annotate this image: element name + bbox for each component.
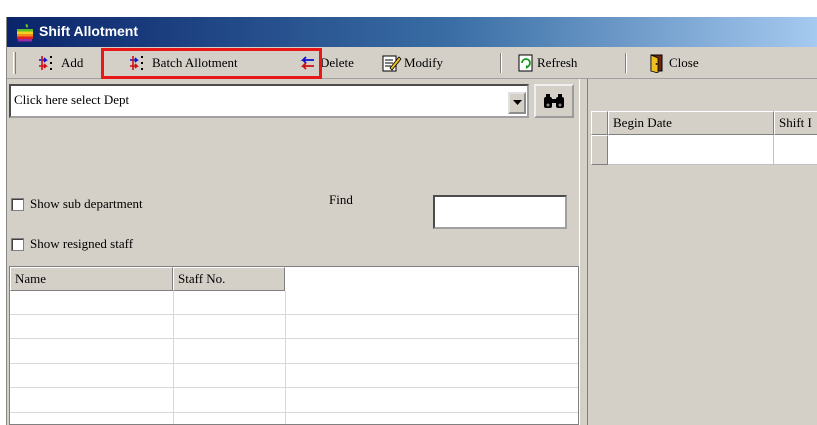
delete-label: Delete xyxy=(320,55,354,70)
toolbar: Add Batch Allotment Delete Modify Refres… xyxy=(7,47,817,79)
show-resigned-staff-label: Show resigned staff xyxy=(30,236,134,251)
show-sub-department-checkbox[interactable] xyxy=(11,197,24,211)
grid-col-line xyxy=(173,291,174,424)
grid-cell[interactable] xyxy=(608,135,774,165)
exit-door-icon xyxy=(650,54,663,73)
close-button[interactable]: Close xyxy=(649,53,699,73)
allotment-grid[interactable]: Begin Date Shift I xyxy=(591,111,817,165)
right-pane: Begin Date Shift I xyxy=(588,79,817,425)
modify-button[interactable]: Modify xyxy=(380,53,443,73)
find-input[interactable] xyxy=(433,195,567,229)
highlight-annotation-box xyxy=(101,48,322,79)
column-header-name[interactable]: Name xyxy=(10,267,173,291)
add-icon xyxy=(39,56,52,70)
toolbar-separator xyxy=(625,53,627,73)
grid-row-line xyxy=(10,387,578,388)
pane-splitter[interactable] xyxy=(579,79,588,425)
staff-grid[interactable]: Name Staff No. xyxy=(9,266,579,425)
add-label: Add xyxy=(61,55,84,70)
grid-row-line xyxy=(10,363,578,364)
column-header-begin-date[interactable]: Begin Date xyxy=(608,111,774,135)
dept-select-combo[interactable]: Click here select Dept xyxy=(9,84,529,118)
grid-row-line xyxy=(10,338,578,339)
toolbar-grip[interactable] xyxy=(13,52,16,74)
grid-row-line xyxy=(10,412,578,413)
dept-select-text: Click here select Dept xyxy=(14,92,130,107)
refresh-button[interactable]: Refresh xyxy=(517,53,577,73)
grid-corner xyxy=(591,111,608,135)
grid-row-line xyxy=(10,314,578,315)
window-title: Shift Allotment xyxy=(39,23,139,39)
show-sub-department-label: Show sub department xyxy=(30,196,143,211)
binoculars-icon xyxy=(544,94,564,108)
staff-grid-header: Name Staff No. xyxy=(10,267,285,291)
grid-cell[interactable] xyxy=(774,135,817,165)
row-header[interactable] xyxy=(591,135,608,165)
show-sub-department-option[interactable]: Show sub department xyxy=(11,196,143,212)
show-resigned-staff-option[interactable]: Show resigned staff xyxy=(11,236,133,252)
dept-dropdown-button[interactable] xyxy=(508,92,526,114)
left-pane: Click here select Dept Show sub departme… xyxy=(7,79,579,425)
title-bar[interactable]: Shift Allotment xyxy=(7,17,817,47)
column-header-staff-no[interactable]: Staff No. xyxy=(173,267,285,291)
refresh-icon xyxy=(518,54,533,72)
show-resigned-staff-checkbox[interactable] xyxy=(11,237,24,251)
shift-allotment-window: Shift Allotment Add Batch Allotment Dele… xyxy=(6,17,817,425)
modify-icon xyxy=(382,55,402,72)
grid-col-line xyxy=(285,291,286,424)
find-button[interactable] xyxy=(534,84,574,118)
app-logo-icon xyxy=(17,24,33,42)
refresh-label: Refresh xyxy=(537,55,578,70)
find-label: Find xyxy=(329,192,353,207)
column-header-shift[interactable]: Shift I xyxy=(774,111,817,135)
modify-label: Modify xyxy=(404,55,443,70)
chevron-down-icon xyxy=(512,100,522,105)
close-label: Close xyxy=(669,55,699,70)
toolbar-separator xyxy=(500,53,502,73)
add-button[interactable]: Add xyxy=(37,53,83,73)
